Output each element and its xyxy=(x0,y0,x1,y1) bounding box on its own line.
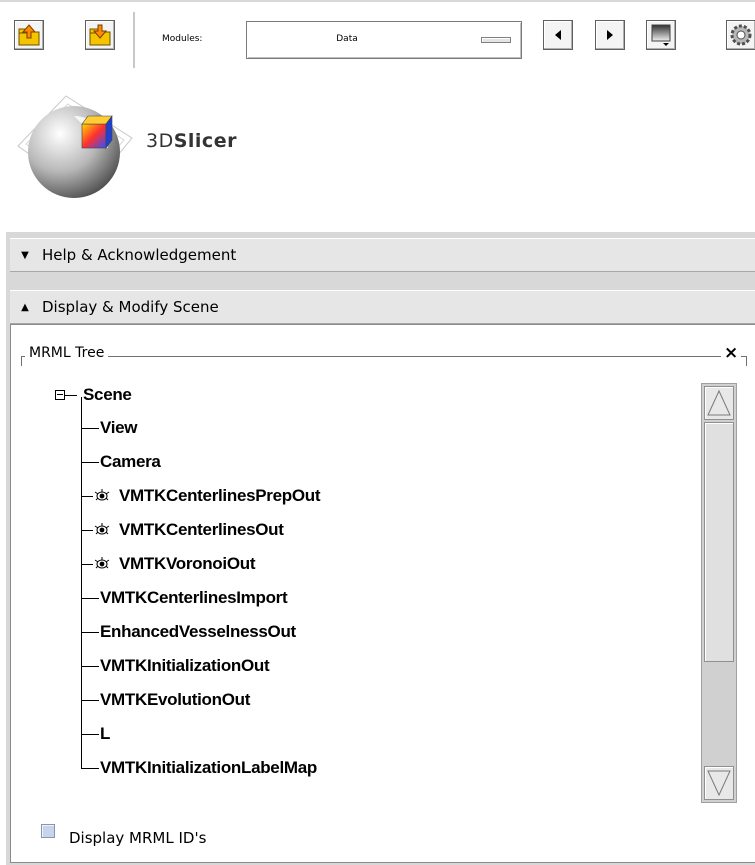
tree-connector xyxy=(81,428,99,429)
eye-visibility-icon[interactable] xyxy=(93,557,111,571)
tree-scrollbar[interactable] xyxy=(701,383,737,803)
tree-node-label: L xyxy=(100,724,111,743)
tree-node-label: VMTKCenterlinesImport xyxy=(100,588,288,607)
tree-connector xyxy=(65,395,77,396)
tree-connector xyxy=(81,530,93,531)
load-scene-button[interactable] xyxy=(14,20,44,50)
scroll-down-arrow-icon xyxy=(707,770,731,797)
tree-connector xyxy=(81,564,93,565)
import-scene-icon xyxy=(89,24,111,46)
toolbar-top-border xyxy=(0,0,755,2)
toolbar-separator xyxy=(133,12,136,68)
tree-connector xyxy=(81,768,99,769)
settings-button[interactable] xyxy=(726,20,755,50)
arrow-left-icon xyxy=(555,30,561,40)
modules-label: Modules: xyxy=(162,34,203,44)
next-module-button[interactable] xyxy=(595,20,625,50)
module-history-menu-button[interactable] xyxy=(646,20,676,50)
module-panel: ▼ Help & Acknowledgement ▲ Display & Mod… xyxy=(6,232,755,865)
mrml-tree: Scene View Camera VMTKCenterlinesPrepOut VM… xyxy=(11,325,711,795)
tree-node-label: Scene xyxy=(83,385,132,404)
tree-node[interactable]: VMTKCenterlinesImport xyxy=(100,584,288,612)
scroll-thumb[interactable] xyxy=(704,422,734,662)
module-toolbar: Modules: Data xyxy=(0,0,755,75)
tree-node-label: VMTKVoronoiOut xyxy=(119,554,256,573)
eye-visibility-icon[interactable] xyxy=(93,523,111,537)
tree-connector xyxy=(81,666,99,667)
tree-node[interactable]: VMTKCenterlinesOut xyxy=(119,516,284,544)
dropdown-indicator-icon xyxy=(481,37,511,43)
display-section-body: MRML Tree × Scene View Camera VMTKCenterli… xyxy=(10,324,755,863)
slicer-logo-icon xyxy=(17,95,133,198)
tree-node-scene[interactable]: Scene xyxy=(83,381,132,409)
groupbox-right-tick xyxy=(746,356,747,366)
previous-module-button[interactable] xyxy=(543,20,573,50)
tree-node[interactable]: L xyxy=(100,720,110,748)
tree-connector xyxy=(81,598,99,599)
tree-node[interactable]: VMTKEvolutionOut xyxy=(100,686,250,714)
load-scene-icon xyxy=(18,24,40,46)
tree-node-label: VMTKCenterlinesPrepOut xyxy=(119,486,321,505)
logo-text-prefix: 3D xyxy=(146,130,174,152)
module-selector-value: Data xyxy=(336,34,358,44)
slicer-logo-text: 3DSlicer xyxy=(146,130,237,152)
display-mrml-ids-checkbox[interactable] xyxy=(41,824,55,838)
tree-connector xyxy=(81,496,93,497)
module-menu-icon xyxy=(651,24,671,46)
tree-node-label: VMTKCenterlinesOut xyxy=(119,520,284,539)
eye-visibility-icon[interactable] xyxy=(93,489,111,503)
scroll-up-arrow-icon xyxy=(707,389,731,416)
tree-connector xyxy=(81,734,99,735)
section-help-header[interactable]: ▼ Help & Acknowledgement xyxy=(10,238,755,272)
section-display-label: Display & Modify Scene xyxy=(42,298,219,316)
tree-node[interactable]: View xyxy=(100,414,138,442)
close-icon[interactable]: × xyxy=(721,343,742,363)
scroll-up-button[interactable] xyxy=(704,386,734,420)
tree-node[interactable]: EnhancedVesselnessOut xyxy=(100,618,296,646)
tree-vertical-connector xyxy=(81,397,82,768)
display-mrml-ids-option[interactable]: Display MRML ID's xyxy=(41,815,206,847)
tree-node[interactable]: Camera xyxy=(100,448,161,476)
tree-node-label: VMTKInitializationLabelMap xyxy=(100,758,317,777)
tree-node[interactable]: VMTKVoronoiOut xyxy=(119,550,255,578)
module-selector[interactable]: Data xyxy=(246,21,522,59)
tree-node[interactable]: VMTKInitializationOut xyxy=(100,652,270,680)
scroll-down-button[interactable] xyxy=(704,766,734,800)
tree-node[interactable]: VMTKCenterlinesPrepOut xyxy=(119,482,321,510)
tree-node-label: EnhancedVesselnessOut xyxy=(100,622,296,641)
tree-node-label: Camera xyxy=(100,452,161,471)
expanded-triangle-icon: ▲ xyxy=(21,301,29,313)
tree-node-label: View xyxy=(100,418,138,437)
collapse-expander-icon[interactable] xyxy=(55,390,65,400)
display-mrml-ids-label: Display MRML ID's xyxy=(69,829,207,847)
import-scene-button[interactable] xyxy=(85,20,115,50)
logo-text-bold: Slicer xyxy=(173,130,237,152)
gear-icon xyxy=(730,24,752,46)
section-help-label: Help & Acknowledgement xyxy=(42,246,237,264)
tree-node-label: VMTKEvolutionOut xyxy=(100,690,251,709)
tree-connector xyxy=(81,632,99,633)
tree-node[interactable]: VMTKInitializationLabelMap xyxy=(100,754,317,782)
tree-connector xyxy=(81,700,99,701)
collapsed-triangle-icon: ▼ xyxy=(21,249,29,261)
section-display-header[interactable]: ▲ Display & Modify Scene xyxy=(10,290,755,324)
tree-connector xyxy=(81,462,99,463)
arrow-right-icon xyxy=(607,30,613,40)
tree-node-label: VMTKInitializationOut xyxy=(100,656,270,675)
